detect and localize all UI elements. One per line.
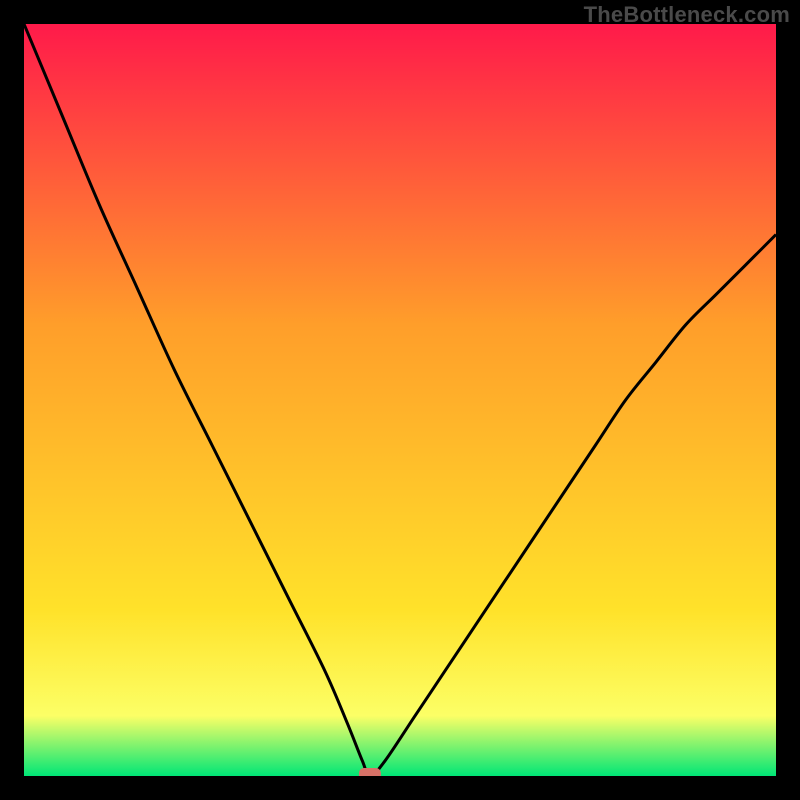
watermark-text: TheBottleneck.com (584, 2, 790, 28)
optimal-point-marker (359, 768, 381, 776)
bottleneck-chart (24, 24, 776, 776)
chart-page: TheBottleneck.com (0, 0, 800, 800)
gradient-background (24, 24, 776, 776)
plot-area (24, 24, 776, 776)
